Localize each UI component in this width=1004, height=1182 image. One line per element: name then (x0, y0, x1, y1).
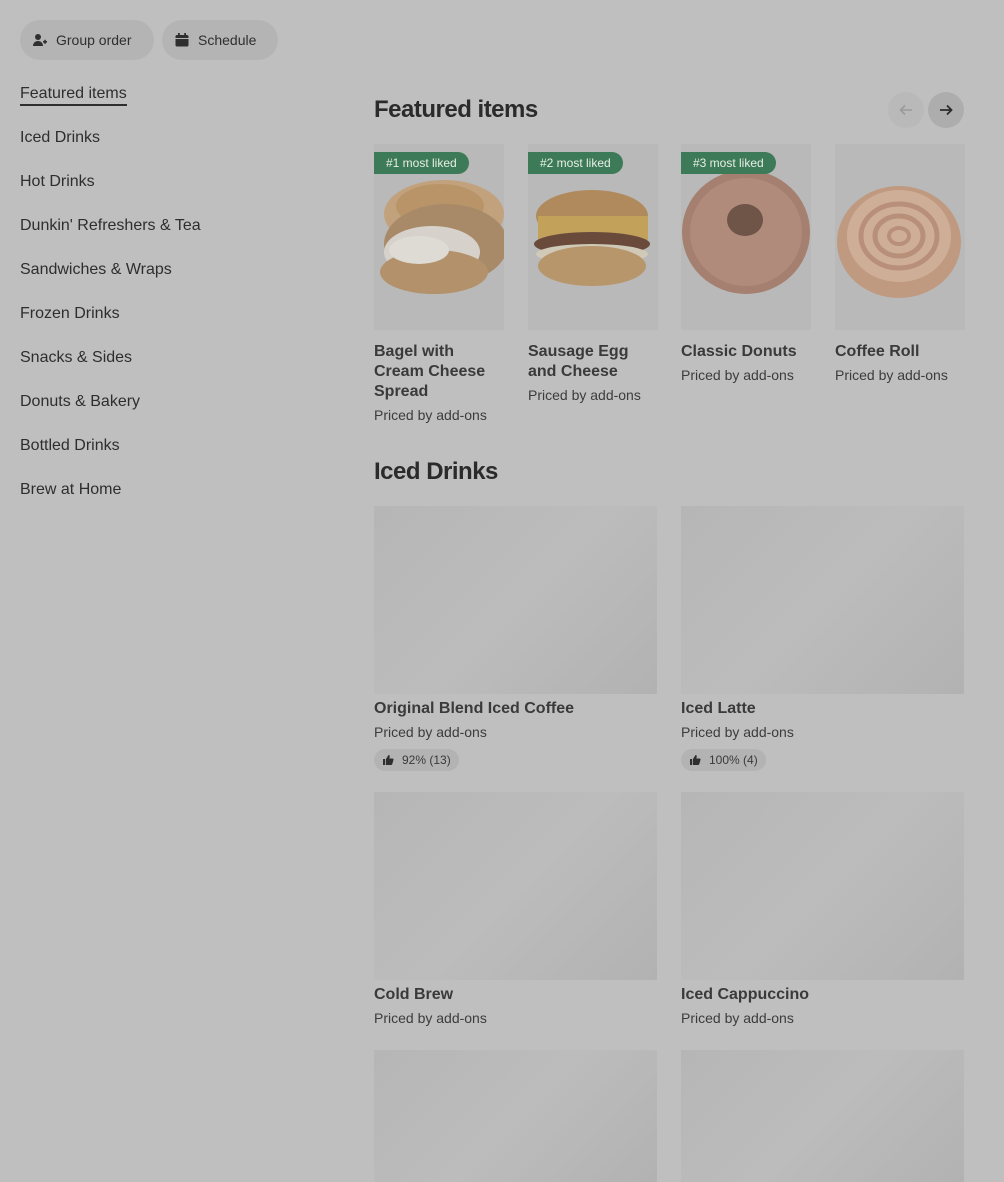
sidebar-item-hot-drinks[interactable]: Hot Drinks (20, 168, 320, 212)
arrow-right-icon (940, 104, 953, 116)
menu-item-card[interactable]: Cold Brew Priced by add-ons (374, 792, 657, 1027)
thumbs-up-icon (690, 755, 701, 765)
carousel-next-button[interactable] (928, 92, 964, 128)
most-liked-badge: #1 most liked (374, 152, 469, 174)
item-name: Bagel with Cream Cheese Spread (374, 343, 486, 400)
item-image-placeholder (374, 506, 657, 694)
thumbs-up-icon (383, 755, 394, 765)
sidebar-item-brew-at-home[interactable]: Brew at Home (20, 476, 320, 520)
item-name: Classic Donuts (681, 343, 797, 360)
sidebar-item-label: Featured items (20, 85, 127, 106)
item-price-note: Priced by add-ons (528, 387, 641, 403)
iced-drinks-section-title: Iced Drinks (374, 458, 498, 485)
featured-section-title: Featured items (374, 96, 538, 123)
item-name: Coffee Roll (835, 343, 920, 360)
rating-badge: 100% (4) (681, 749, 766, 771)
sandwich-image: #2 most liked (528, 144, 658, 330)
item-name: Sausage Egg and Cheese (528, 343, 629, 380)
item-price-note: Priced by add-ons (835, 367, 948, 383)
item-name: Original Blend Iced Coffee (374, 700, 575, 717)
sidebar-item-sandwiches-wraps[interactable]: Sandwiches & Wraps (20, 256, 320, 300)
schedule-label: Schedule (198, 32, 257, 48)
item-name: Iced Latte (681, 700, 756, 717)
most-liked-badge: #2 most liked (528, 152, 623, 174)
sidebar-item-label: Donuts & Bakery (20, 393, 141, 410)
item-image-placeholder (681, 1050, 964, 1182)
menu-item-card[interactable] (681, 1050, 964, 1182)
item-image-placeholder (374, 1050, 657, 1182)
rating-text: 92% (13) (402, 753, 451, 767)
bagel-image: #1 most liked (374, 144, 504, 330)
sidebar-item-label: Snacks & Sides (20, 349, 133, 366)
item-image-placeholder (681, 792, 964, 980)
group-order-label: Group order (56, 32, 132, 48)
item-price-note: Priced by add-ons (374, 407, 487, 423)
menu-item-card[interactable]: Original Blend Iced Coffee Priced by add… (374, 506, 657, 771)
sidebar-item-frozen-drinks[interactable]: Frozen Drinks (20, 300, 320, 344)
group-order-button[interactable]: Group order (20, 20, 154, 60)
sidebar-item-label: Iced Drinks (20, 129, 101, 146)
sidebar-item-featured-items[interactable]: Featured items (20, 80, 320, 124)
sidebar-item-label: Brew at Home (20, 481, 122, 498)
sidebar-item-label: Hot Drinks (20, 173, 95, 190)
item-price-note: Priced by add-ons (681, 367, 794, 383)
item-image-placeholder (374, 792, 657, 980)
featured-item-card[interactable]: #3 most liked Classic Donuts Priced by a… (681, 144, 811, 384)
sidebar-item-label: Dunkin' Refreshers & Tea (20, 217, 201, 234)
most-liked-badge: #3 most liked (681, 152, 776, 174)
item-name: Iced Cappuccino (681, 986, 810, 1003)
sidebar-item-label: Sandwiches & Wraps (20, 261, 172, 278)
add-person-icon (33, 34, 47, 46)
menu-item-card[interactable]: Iced Cappuccino Priced by add-ons (681, 792, 964, 1027)
sidebar-item-bottled-drinks[interactable]: Bottled Drinks (20, 432, 320, 476)
item-name: Cold Brew (374, 986, 454, 1003)
featured-item-card[interactable]: #2 most liked Sausage Egg and Cheese Pri… (528, 144, 658, 404)
rating-badge: 92% (13) (374, 749, 459, 771)
item-price-note: Priced by add-ons (681, 1010, 794, 1026)
donut-image: #3 most liked (681, 144, 811, 330)
item-price-note: Priced by add-ons (681, 724, 794, 740)
featured-item-card[interactable]: Coffee Roll Priced by add-ons (835, 144, 965, 384)
item-price-note: Priced by add-ons (374, 724, 487, 740)
sidebar-item-snacks-sides[interactable]: Snacks & Sides (20, 344, 320, 388)
arrow-left-icon (899, 104, 912, 116)
schedule-button[interactable]: Schedule (162, 20, 278, 60)
sidebar-item-label: Frozen Drinks (20, 305, 120, 322)
rating-text: 100% (4) (709, 753, 758, 767)
featured-item-card[interactable]: #1 most liked Bagel with Cream Cheese Sp… (374, 144, 504, 424)
sidebar-item-label: Bottled Drinks (20, 437, 120, 454)
sidebar-item-donuts-bakery[interactable]: Donuts & Bakery (20, 388, 320, 432)
menu-item-card[interactable] (374, 1050, 657, 1182)
carousel-previous-button[interactable] (888, 92, 924, 128)
item-price-note: Priced by add-ons (374, 1010, 487, 1026)
category-sidebar: Featured items Iced Drinks Hot Drinks Du… (20, 80, 320, 520)
sidebar-item-refreshers-tea[interactable]: Dunkin' Refreshers & Tea (20, 212, 320, 256)
coffee-roll-image (835, 144, 965, 330)
sidebar-item-iced-drinks[interactable]: Iced Drinks (20, 124, 320, 168)
item-image-placeholder (681, 506, 964, 694)
calendar-icon (175, 33, 189, 47)
menu-item-card[interactable]: Iced Latte Priced by add-ons 100% (4) (681, 506, 964, 771)
